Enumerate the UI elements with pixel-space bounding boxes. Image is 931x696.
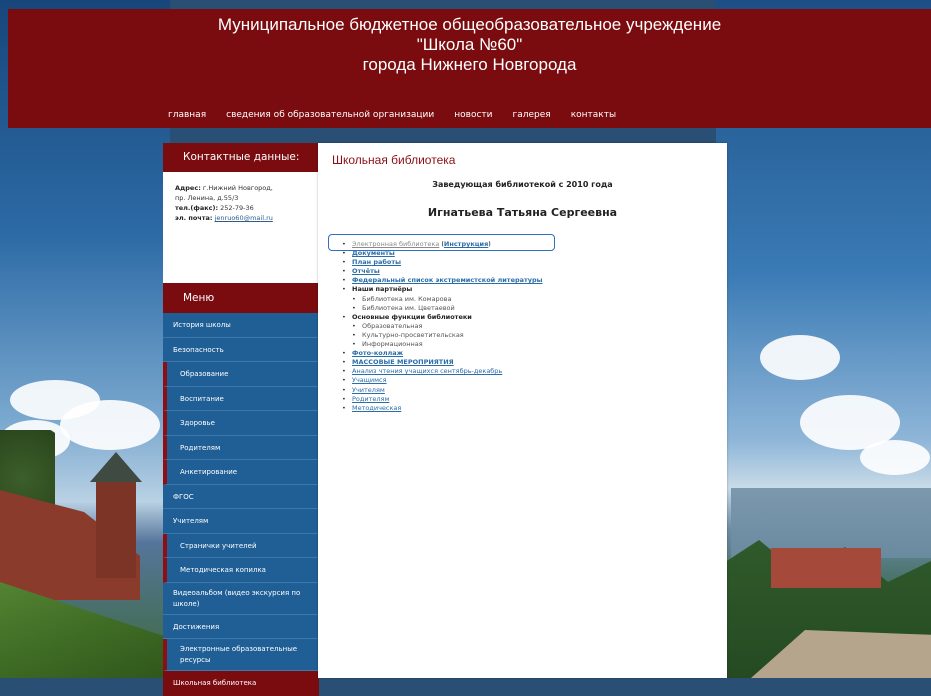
list-item: Методическая	[342, 404, 722, 413]
list-item: Наши партнёры	[342, 285, 722, 294]
email-row: эл. почта: jenruo60@mail.ru	[175, 213, 319, 223]
partners-heading: Наши партнёры	[352, 285, 413, 294]
librarian-name: Игнатьева Татьяна Сергеевна	[427, 206, 618, 219]
building	[771, 548, 881, 588]
list-item: Документы	[342, 249, 722, 258]
menu-item-teacher-pages[interactable]: Странички учителей	[163, 533, 319, 558]
reading-analysis-link[interactable]: Анализ чтения учащихся сентябрь-декабрь	[352, 367, 502, 375]
list-item: Федеральный список экстремистской литера…	[342, 276, 722, 285]
phone-value: 252-79-36	[220, 204, 254, 212]
menu-item-school-history[interactable]: История школы	[163, 313, 319, 338]
list-item: Библиотека им. Цветаевой	[342, 304, 722, 313]
functions-heading: Основные функции библиотеки	[352, 312, 472, 321]
site-title-line: города Нижнего Новгорода	[362, 55, 577, 74]
menu-item-school-library[interactable]: Школьная библиотека	[163, 671, 319, 696]
events-link[interactable]: МАССОВЫЕ МЕРОПРИЯТИЯ	[352, 358, 454, 366]
page-title: Школьная библиотека	[332, 153, 456, 167]
menu-heading: Меню	[163, 283, 319, 313]
methodical-link[interactable]: Методическая	[352, 404, 401, 412]
parents-link[interactable]: Родителям	[352, 395, 389, 403]
reports-link[interactable]: Отчёты	[352, 267, 380, 275]
plan-link[interactable]: План работы	[352, 258, 401, 266]
nav-gallery[interactable]: галерея	[513, 107, 551, 123]
instruction-link[interactable]: Инструкция	[444, 240, 488, 248]
nav-contacts[interactable]: контакты	[571, 107, 616, 123]
photo-collage-link[interactable]: Фото-коллаж	[352, 349, 403, 357]
site-header: Муниципальное бюджетное общеобразователь…	[8, 9, 931, 128]
phone-row: тел.(факс): 252-79-36	[175, 203, 319, 213]
links-list: Электронная библиотека (Инструкция) Доку…	[342, 240, 722, 413]
email-link[interactable]: jenruo60@mail.ru	[215, 214, 273, 222]
contacts-heading: Контактные данные:	[163, 143, 319, 172]
kremlin-tower	[96, 478, 136, 578]
menu-item-parents[interactable]: Родителям	[163, 435, 319, 460]
address-value-line2: пр. Ленина, д.55/3	[175, 194, 239, 202]
email-label: эл. почта:	[175, 214, 213, 222]
list-item: Культурно-просветительская	[342, 331, 722, 340]
cloud	[860, 440, 930, 475]
main-nav: главная сведения об образовательной орга…	[168, 107, 636, 123]
menu-item-methodical-collection[interactable]: Методическая копилка	[163, 558, 319, 583]
menu-item-survey[interactable]: Анкетирование	[163, 460, 319, 485]
list-item: Отчёты	[342, 267, 722, 276]
teachers-link[interactable]: Учителям	[352, 386, 385, 394]
address-value: г.Нижний Новгород,	[202, 184, 273, 192]
list-item: Учащимся	[342, 376, 722, 385]
students-link[interactable]: Учащимся	[352, 376, 387, 384]
site-title-line: Муниципальное бюджетное общеобразователь…	[217, 15, 722, 34]
nav-home[interactable]: главная	[168, 107, 206, 123]
address-row: Адрес: г.Нижний Новгород,	[175, 183, 319, 193]
menu-item-achievements[interactable]: Достижения	[163, 614, 319, 639]
list-item: План работы	[342, 258, 722, 267]
cloud	[60, 400, 160, 450]
list-item: Основные функции библиотеки	[342, 313, 722, 322]
main-content: Школьная библиотека Заведующая библиотек…	[318, 143, 727, 678]
menu-item-video-album[interactable]: Видеоальбом (видео экскурсия по школе)	[163, 582, 319, 615]
paren-close: )	[488, 240, 491, 248]
list-item: Информационная	[342, 340, 722, 349]
menu-item-teachers[interactable]: Учителям	[163, 509, 319, 534]
nav-organization-info[interactable]: сведения об образовательной организации	[226, 107, 434, 123]
documents-link[interactable]: Документы	[352, 249, 395, 257]
list-item: Библиотека им. Комарова	[342, 295, 722, 304]
menu-item-health[interactable]: Здоровье	[163, 411, 319, 436]
menu-item-safety[interactable]: Безопасность	[163, 337, 319, 362]
menu-item-fgos[interactable]: ФГОС	[163, 484, 319, 509]
menu-item-education[interactable]: Образование	[163, 362, 319, 387]
menu-item-upbringing[interactable]: Воспитание	[163, 386, 319, 411]
list-item: Фото-коллаж	[342, 349, 722, 358]
contacts-block: Адрес: г.Нижний Новгород, пр. Ленина, д.…	[163, 172, 319, 254]
sidebar: Контактные данные: Адрес: г.Нижний Новго…	[163, 143, 319, 696]
cloud	[760, 335, 840, 380]
library-links: Электронная библиотека (Инструкция) Доку…	[342, 240, 722, 413]
list-item: Учителям	[342, 386, 722, 395]
menu-item-e-resources[interactable]: Электронные образовательные ресурсы	[163, 639, 319, 671]
list-item: Образовательная	[342, 322, 722, 331]
address-label: Адрес:	[175, 184, 201, 192]
librarian-position: Заведующая библиотекой с 2010 года	[432, 180, 613, 189]
nav-news[interactable]: новости	[454, 107, 492, 123]
list-item: Анализ чтения учащихся сентябрь-декабрь	[342, 367, 722, 376]
list-item: МАССОВЫЕ МЕРОПРИЯТИЯ	[342, 358, 722, 367]
list-item: Электронная библиотека (Инструкция)	[342, 240, 722, 249]
phone-label: тел.(факс):	[175, 204, 219, 212]
site-title-line: "Школа №60"	[416, 35, 523, 54]
sidebar-spacer	[163, 254, 319, 283]
e-library-link[interactable]: Электронная библиотека	[352, 240, 439, 248]
site-title: Муниципальное бюджетное общеобразователь…	[8, 15, 931, 75]
list-item: Родителям	[342, 395, 722, 404]
extremist-list-link[interactable]: Федеральный список экстремистской литера…	[352, 276, 543, 284]
